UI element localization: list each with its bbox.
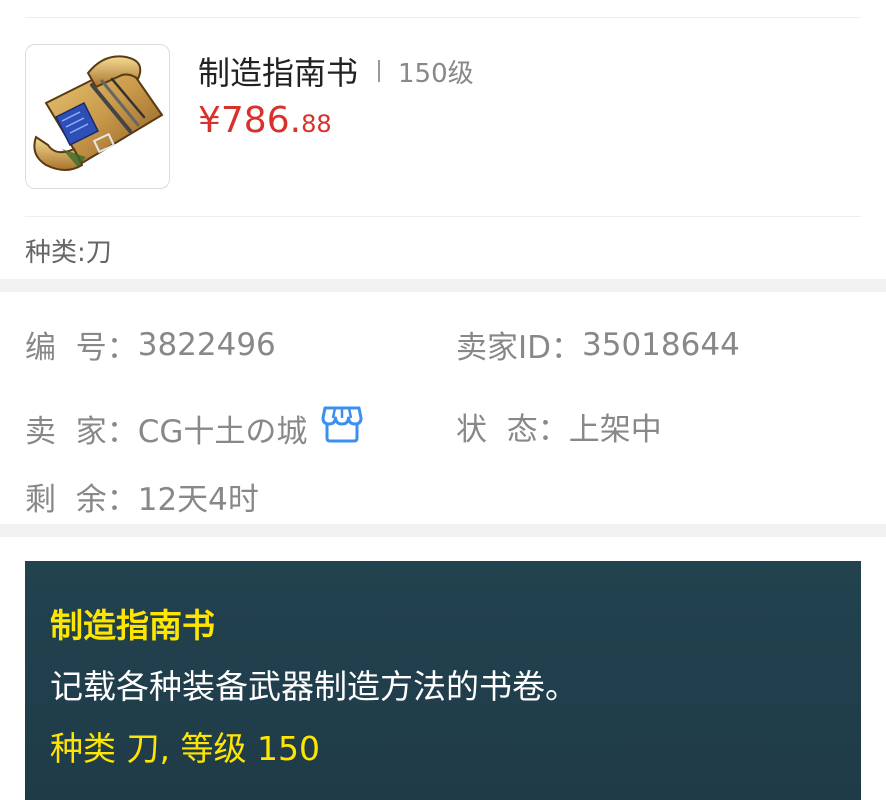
remaining-label: 剩 余： — [25, 482, 138, 518]
item-image[interactable] — [25, 44, 170, 189]
seller-value: CG十土の城 — [137, 413, 308, 450]
remaining-value: 12天4时 — [137, 482, 259, 518]
section-gap — [0, 279, 886, 292]
item-level: 150级 — [398, 58, 474, 89]
status-label: 状 态： — [456, 412, 569, 448]
title-separator — [378, 60, 381, 82]
shop-icon[interactable] — [321, 404, 363, 452]
description-panel: 制造指南书 记载各种装备武器制造方法的书卷。 种类 刀, 等级 150 — [25, 561, 861, 800]
status-row: 状 态： 上架中 — [456, 404, 662, 449]
title-row: 制造指南书 150级 — [198, 48, 474, 94]
section-gap-2 — [0, 524, 886, 537]
seller-id-value: 35018644 — [582, 326, 740, 363]
item-category: 种类:刀 — [25, 238, 112, 268]
id-value: 3822496 — [137, 326, 276, 363]
scroll-icon — [33, 55, 164, 171]
remaining-row: 剩 余： 12天4时 — [25, 474, 259, 519]
seller-id-label: 卖家ID： — [456, 330, 583, 366]
middle-divider — [25, 216, 861, 217]
top-divider — [25, 17, 861, 18]
status-value: 上架中 — [568, 412, 662, 448]
price-main: ¥786. — [198, 100, 302, 141]
seller-id-row: 卖家ID： 35018644 — [456, 322, 740, 367]
price-cents: 88 — [301, 110, 332, 138]
id-label: 编 号： — [25, 330, 138, 366]
seller-label: 卖 家： — [25, 413, 138, 450]
description-meta: 种类 刀, 等级 150 — [50, 729, 320, 768]
item-name: 制造指南书 — [198, 54, 359, 92]
description-title: 制造指南书 — [50, 606, 215, 645]
seller-row: 卖 家： CG十土の城 — [25, 404, 363, 452]
price: ¥786.88 — [198, 100, 332, 141]
description-text: 记载各种装备武器制造方法的书卷。 — [50, 667, 578, 706]
id-row: 编 号： 3822496 — [25, 322, 276, 367]
